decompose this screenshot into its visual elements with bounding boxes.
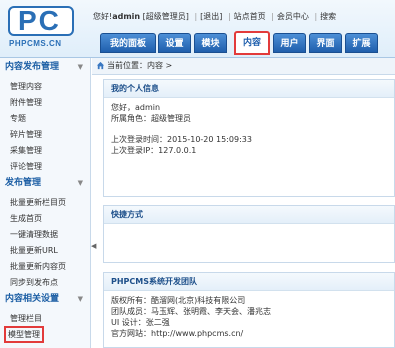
home-icon[interactable] [96, 61, 105, 70]
header: PC PHPCMS.CN 您好!admin [超级管理员] | [退出] | 站点首… [0, 0, 395, 58]
breadcrumb: 当前位置：内容 > [92, 58, 395, 75]
collapse-arrow-icon[interactable]: ▼ [78, 59, 83, 75]
sidebar-item-attachments[interactable]: 附件管理 [10, 96, 42, 109]
sidebar-item-collection[interactable]: 采集管理 [10, 144, 42, 157]
tab-settings[interactable]: 设置 [158, 33, 191, 53]
username: admin [112, 12, 141, 21]
logo-text: PHPCMS.CN [9, 39, 62, 48]
logo-mark-text: PC [18, 5, 61, 36]
sidebar-item-sync-publish-point[interactable]: 同步到发布点 [10, 276, 58, 289]
logout-link[interactable]: [退出] [200, 12, 222, 21]
collapse-arrow-icon[interactable]: ▼ [78, 291, 83, 307]
tab-interface[interactable]: 界面 [309, 33, 342, 53]
sidebar-item-generate-homepage[interactable]: 生成首页 [10, 212, 42, 225]
copyright-text: 版权所有：酷溜网(北京)科技有限公司 [111, 296, 246, 305]
tab-content[interactable]: 内容 [234, 31, 270, 55]
panel-title: 我的个人信息 [104, 80, 394, 98]
sidebar-item-fragments[interactable]: 碎片管理 [10, 128, 42, 141]
sidebar-section-publish[interactable]: 发布管理 ▼ [0, 175, 90, 191]
panel-title: 快捷方式 [104, 206, 394, 224]
sidebar-toggle-icon[interactable]: ◀ [91, 240, 97, 252]
sidebar-item-special[interactable]: 专题 [10, 112, 26, 125]
logo-mark: PC [8, 6, 74, 36]
sidebar-item-manage-categories[interactable]: 管理栏目 [10, 312, 42, 325]
role-text: 所属角色：超级管理员 [111, 114, 191, 123]
sidebar-item-manage-content[interactable]: 管理内容 [10, 80, 42, 93]
site-home-link[interactable]: 站点首页 [234, 12, 266, 21]
sidebar-section-content-settings[interactable]: 内容相关设置 ▼ [0, 291, 90, 307]
tab-users[interactable]: 用户 [273, 33, 306, 53]
search-link[interactable]: 搜索 [320, 12, 336, 21]
hello-text: 您好，admin [111, 103, 161, 112]
sidebar-section-content-publish[interactable]: 内容发布管理 ▼ [0, 59, 90, 75]
panel-title: PHPCMS系统开发团队 [104, 273, 394, 291]
sidebar-item-comments[interactable]: 评论管理 [10, 160, 42, 173]
breadcrumb-text: 当前位置：内容 > [107, 61, 173, 70]
last-login-ip: 上次登录IP：127.0.0.1 [111, 146, 197, 155]
tab-extensions[interactable]: 扩展 [345, 33, 378, 53]
tab-my-panel[interactable]: 我的面板 [100, 33, 156, 53]
sidebar-item-update-url[interactable]: 批量更新URL [10, 244, 58, 257]
sidebar-item-update-category-pages[interactable]: 批量更新栏目页 [10, 196, 66, 209]
shortcuts-panel: 快捷方式 [103, 205, 395, 263]
team-members-text: 团队成员：马玉辉、张明霞、李天会、潘兆志 [111, 307, 271, 316]
website-link[interactable]: 官方网站：http://www.phpcms.cn/ [111, 328, 387, 339]
personal-info-panel: 我的个人信息 您好，admin 所属角色：超级管理员 上次登录时间：2015-1… [103, 79, 395, 197]
member-center-link[interactable]: 会员中心 [277, 12, 309, 21]
sidebar: 内容发布管理 ▼ 管理内容 附件管理 专题 碎片管理 采集管理 评论管理 发布管理… [0, 58, 91, 348]
team-panel: PHPCMS系统开发团队 版权所有：酷溜网(北京)科技有限公司 团队成员：马玉辉… [103, 272, 395, 348]
sidebar-item-update-content-pages[interactable]: 批量更新内容页 [10, 260, 66, 273]
sidebar-item-model-management[interactable]: 模型管理 [4, 326, 44, 343]
user-role: [超级管理员] [142, 12, 189, 21]
tab-modules[interactable]: 模块 [194, 33, 227, 53]
collapse-arrow-icon[interactable]: ▼ [78, 175, 83, 191]
last-login-time: 上次登录时间：2015-10-20 15:09:33 [111, 135, 252, 144]
sidebar-item-clear-data[interactable]: 一键清理数据 [10, 228, 58, 241]
user-bar: 您好!admin [超级管理员] | [退出] | 站点首页 | 会员中心 | 搜索 [93, 12, 337, 21]
ui-designer-text: UI 设计：张二强 [111, 318, 170, 327]
phpcms-logo[interactable]: PC PHPCMS.CN [4, 3, 82, 51]
greeting-text: 您好! [93, 12, 113, 21]
